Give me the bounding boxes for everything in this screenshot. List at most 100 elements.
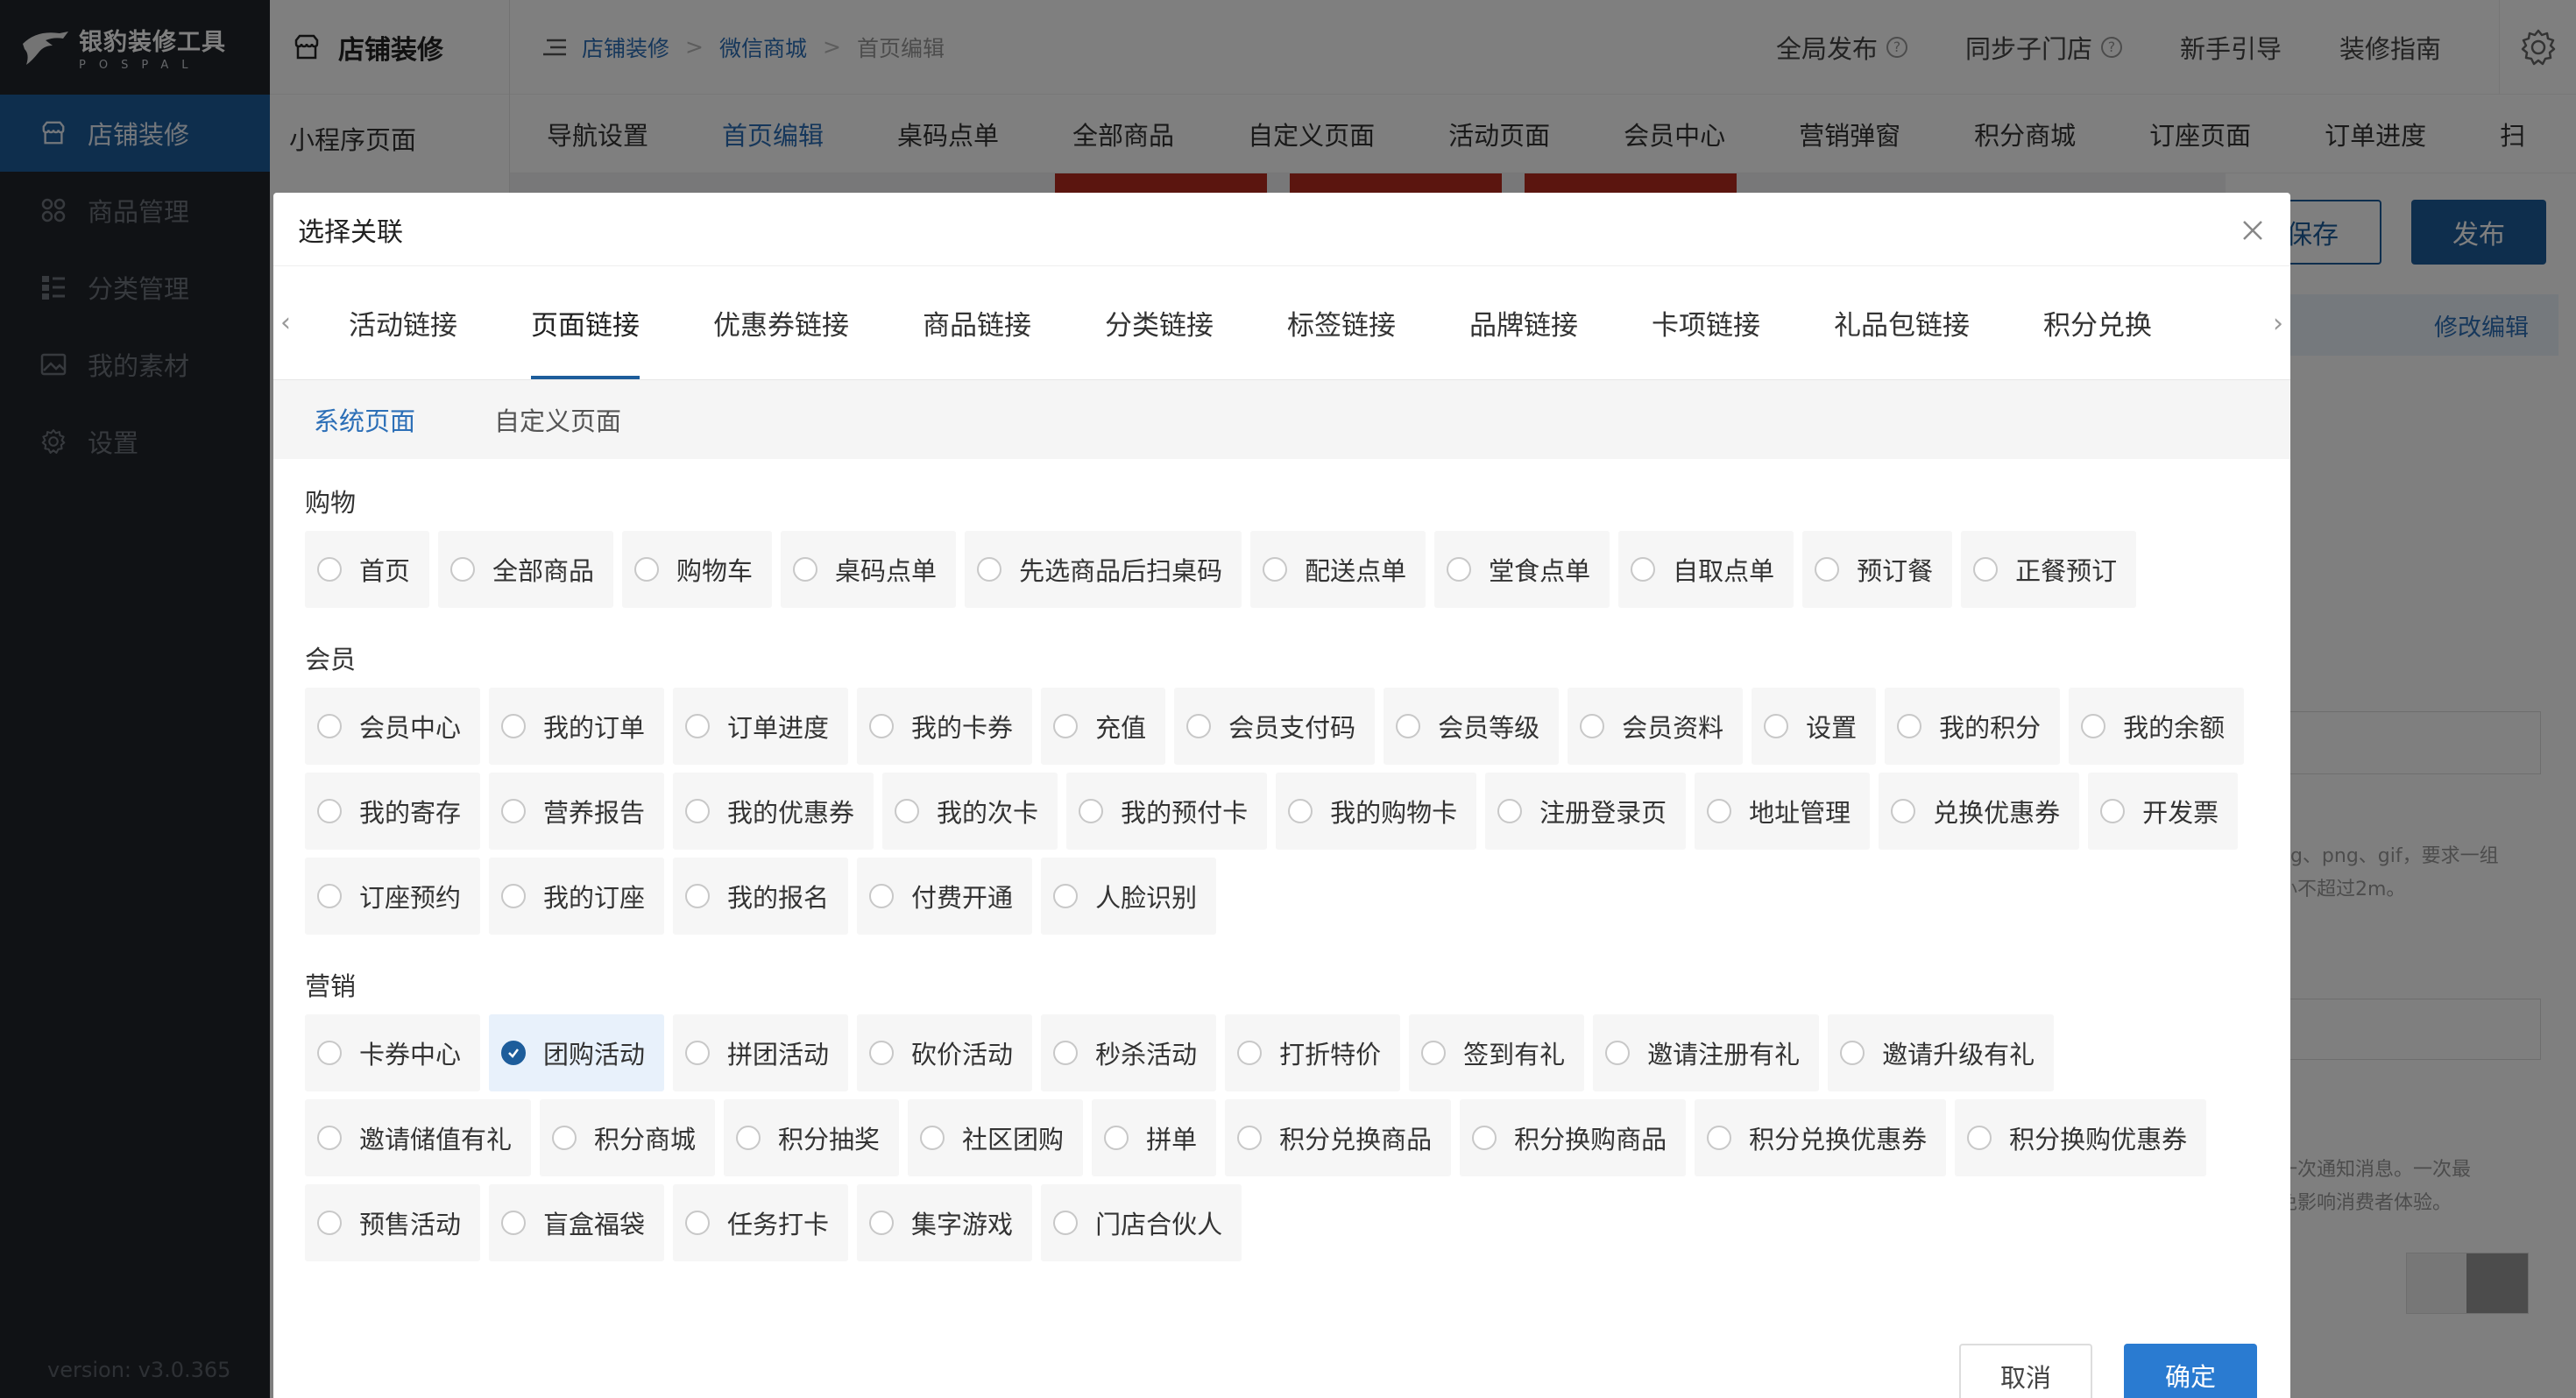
- link-tab[interactable]: 礼品包链接: [1834, 266, 1970, 379]
- page-option[interactable]: 签到有礼: [1409, 1014, 1585, 1091]
- link-tab[interactable]: 卡项链接: [1652, 266, 1760, 379]
- page-option[interactable]: 兑换优惠券: [1879, 773, 2080, 850]
- radio-icon[interactable]: [685, 799, 711, 823]
- link-tab[interactable]: 优惠券链接: [713, 266, 849, 379]
- radio-icon[interactable]: [1891, 799, 1916, 823]
- page-option[interactable]: 正餐预订: [1961, 531, 2137, 608]
- page-option[interactable]: 会员资料: [1568, 688, 1744, 765]
- radio-icon[interactable]: [317, 1211, 342, 1235]
- page-option[interactable]: 订单进度: [673, 688, 849, 765]
- radio-icon[interactable]: [317, 714, 342, 738]
- radio-icon[interactable]: [685, 884, 711, 908]
- radio-icon[interactable]: [450, 557, 476, 582]
- page-option[interactable]: 桌码点单: [781, 531, 957, 608]
- page-option[interactable]: 订座预约: [305, 858, 481, 935]
- page-option[interactable]: 任务打卡: [673, 1184, 849, 1261]
- page-option[interactable]: 盲盒福袋: [489, 1184, 665, 1261]
- page-option[interactable]: 拼单: [1092, 1099, 1217, 1176]
- page-option[interactable]: 我的订座: [489, 858, 665, 935]
- page-option[interactable]: 社区团购: [908, 1099, 1084, 1176]
- radio-icon[interactable]: [1967, 1126, 1992, 1150]
- radio-icon[interactable]: [1396, 714, 1421, 738]
- radio-icon[interactable]: [793, 557, 818, 582]
- page-option[interactable]: 注册登录页: [1485, 773, 1687, 850]
- page-option[interactable]: 积分兑换商品: [1225, 1099, 1452, 1176]
- link-tab[interactable]: 品牌链接: [1469, 266, 1578, 379]
- radio-icon[interactable]: [1897, 714, 1922, 738]
- close-button[interactable]: [2238, 215, 2268, 245]
- radio-icon[interactable]: [1053, 884, 1079, 908]
- page-option[interactable]: 配送点单: [1250, 531, 1426, 608]
- page-option[interactable]: 设置: [1752, 688, 1877, 765]
- page-option[interactable]: 积分商城: [540, 1099, 716, 1176]
- radio-icon[interactable]: [1263, 557, 1288, 582]
- radio-icon[interactable]: [1707, 1126, 1732, 1150]
- radio-icon[interactable]: [501, 799, 527, 823]
- radio-icon[interactable]: [1104, 1126, 1129, 1150]
- tab-system-pages[interactable]: 系统页面: [314, 401, 415, 438]
- page-option[interactable]: 先选商品后扫桌码: [965, 531, 1242, 608]
- radio-icon[interactable]: [1707, 799, 1732, 823]
- radio-icon[interactable]: [685, 1211, 711, 1235]
- page-option[interactable]: 全部商品: [438, 531, 614, 608]
- page-option[interactable]: 邀请注册有礼: [1593, 1014, 1820, 1091]
- radio-icon[interactable]: [920, 1126, 945, 1150]
- radio-icon[interactable]: [895, 799, 920, 823]
- radio-icon[interactable]: [685, 714, 711, 738]
- radio-icon[interactable]: [501, 714, 527, 738]
- radio-icon[interactable]: [869, 884, 895, 908]
- radio-icon[interactable]: [1237, 1041, 1263, 1065]
- page-option[interactable]: 我的积分: [1885, 688, 2061, 765]
- page-option[interactable]: 我的优惠券: [673, 773, 874, 850]
- radio-checked-icon[interactable]: [501, 1041, 527, 1065]
- radio-icon[interactable]: [1973, 557, 1999, 582]
- radio-icon[interactable]: [634, 557, 660, 582]
- page-option[interactable]: 首页: [305, 531, 430, 608]
- page-option[interactable]: 预售活动: [305, 1184, 481, 1261]
- radio-icon[interactable]: [1421, 1041, 1447, 1065]
- link-tab[interactable]: 页面链接: [531, 266, 640, 379]
- page-option[interactable]: 邀请储值有礼: [305, 1099, 532, 1176]
- page-option[interactable]: 营养报告: [489, 773, 665, 850]
- radio-icon[interactable]: [685, 1041, 711, 1065]
- page-option[interactable]: 团购活动: [489, 1014, 665, 1091]
- page-option[interactable]: 地址管理: [1695, 773, 1871, 850]
- radio-icon[interactable]: [869, 1211, 895, 1235]
- page-option[interactable]: 我的预付卡: [1066, 773, 1268, 850]
- cancel-button[interactable]: 取消: [1959, 1344, 2092, 1398]
- page-option[interactable]: 购物车: [622, 531, 773, 608]
- radio-icon[interactable]: [552, 1126, 577, 1150]
- radio-icon[interactable]: [1053, 1211, 1079, 1235]
- page-option[interactable]: 砍价活动: [857, 1014, 1033, 1091]
- radio-icon[interactable]: [977, 557, 1002, 582]
- radio-icon[interactable]: [1840, 1041, 1865, 1065]
- radio-icon[interactable]: [1472, 1126, 1497, 1150]
- scroll-left-arrow-icon[interactable]: ‹: [273, 266, 298, 379]
- radio-icon[interactable]: [869, 1041, 895, 1065]
- radio-icon[interactable]: [1580, 714, 1605, 738]
- radio-icon[interactable]: [1053, 714, 1079, 738]
- page-option[interactable]: 集字游戏: [857, 1184, 1033, 1261]
- link-tab[interactable]: 商品链接: [923, 266, 1031, 379]
- radio-icon[interactable]: [317, 799, 342, 823]
- scroll-right-arrow-icon[interactable]: ›: [2266, 266, 2290, 380]
- link-tab[interactable]: 积分兑换: [2043, 266, 2152, 379]
- radio-icon[interactable]: [317, 1041, 342, 1065]
- page-option[interactable]: 积分换购商品: [1460, 1099, 1687, 1176]
- page-option[interactable]: 开发票: [2088, 773, 2239, 850]
- page-option[interactable]: 我的次卡: [882, 773, 1058, 850]
- page-option[interactable]: 会员支付码: [1174, 688, 1376, 765]
- radio-icon[interactable]: [736, 1126, 761, 1150]
- radio-icon[interactable]: [501, 1211, 527, 1235]
- radio-icon[interactable]: [1186, 714, 1212, 738]
- page-option[interactable]: 预订餐: [1802, 531, 1953, 608]
- link-tab[interactable]: 标签链接: [1287, 266, 1396, 379]
- link-tab[interactable]: 活动链接: [349, 266, 457, 379]
- page-option[interactable]: 会员等级: [1384, 688, 1560, 765]
- radio-icon[interactable]: [2100, 799, 2126, 823]
- page-option[interactable]: 付费开通: [857, 858, 1033, 935]
- radio-icon[interactable]: [1079, 799, 1104, 823]
- page-option[interactable]: 积分换购优惠券: [1955, 1099, 2207, 1176]
- radio-icon[interactable]: [1053, 1041, 1079, 1065]
- page-option[interactable]: 充值: [1041, 688, 1166, 765]
